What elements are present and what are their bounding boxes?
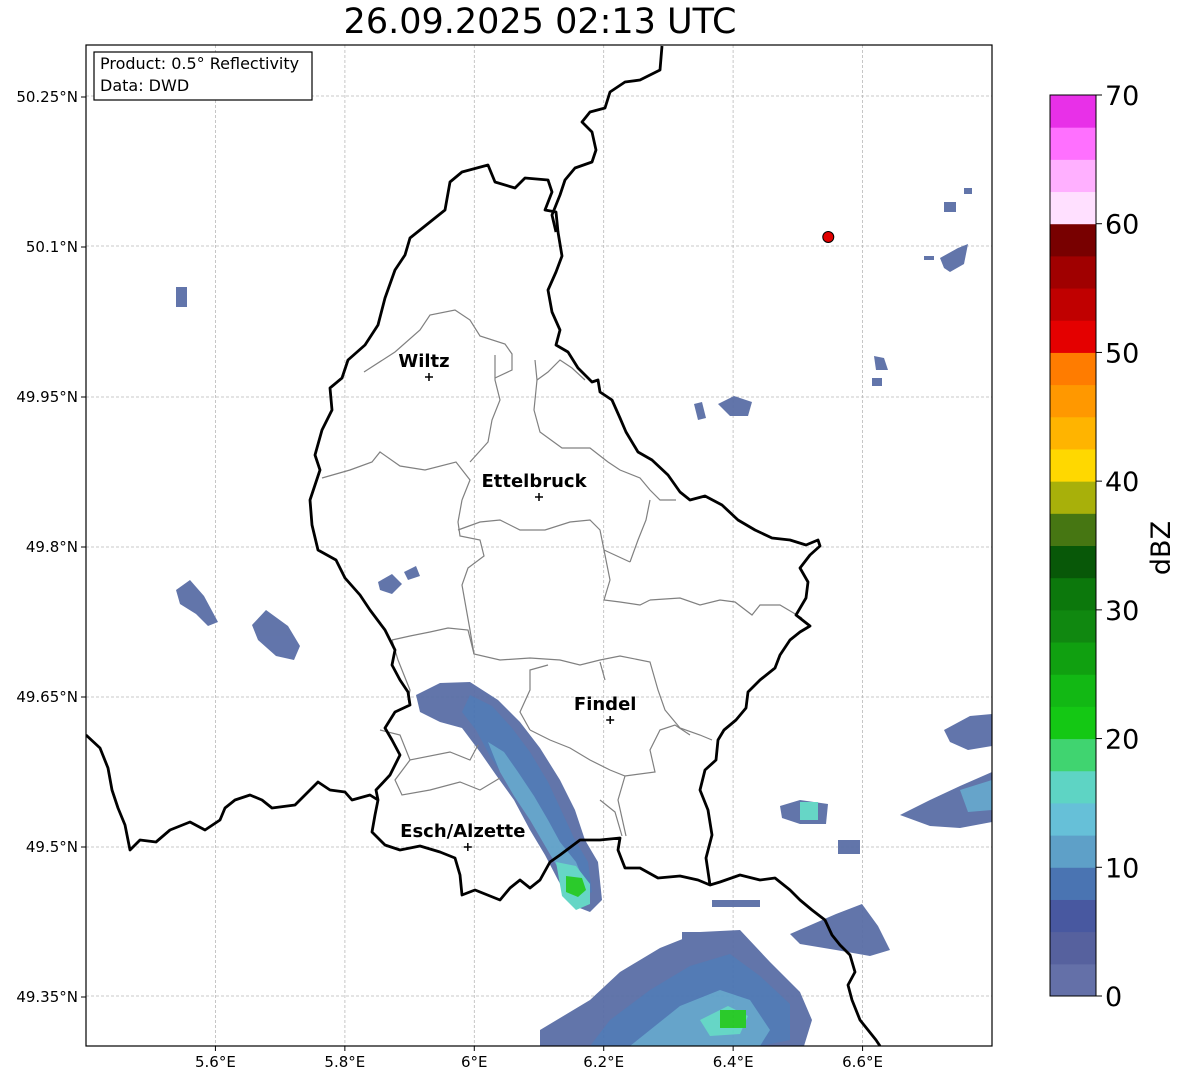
colorbar-swatch — [1050, 288, 1096, 321]
y-tick-label: 50.1°N — [26, 238, 78, 256]
echo-south-green — [720, 1010, 746, 1028]
radar-site-marker — [822, 231, 835, 243]
colorbar-tick-label: 40 — [1105, 467, 1139, 498]
colorbar-swatch — [1050, 545, 1096, 579]
colorbar-swatch — [1050, 127, 1096, 160]
colorbar-swatch — [1050, 642, 1096, 675]
plot-background — [86, 45, 992, 1046]
colorbar-swatch — [1050, 223, 1096, 257]
colorbar-swatch — [1050, 384, 1096, 418]
city-label: Wiltz — [398, 351, 449, 372]
colorbar-swatch — [1050, 835, 1096, 868]
colorbar-swatch — [1050, 931, 1096, 965]
colorbar-swatch — [1050, 448, 1096, 482]
colorbar-swatches — [1050, 95, 1096, 997]
x-tick-label: 6.6°E — [842, 1053, 883, 1071]
colorbar-tick-label: 30 — [1105, 596, 1139, 627]
x-tick-label: 5.6°E — [195, 1053, 236, 1071]
map-plot-area[interactable]: Product: 0.5° Reflectivity Data: DWD Wil… — [85, 44, 993, 1047]
colorbar-swatch — [1050, 481, 1096, 514]
colorbar-swatch — [1050, 577, 1096, 611]
colorbar-swatch — [1050, 255, 1096, 289]
y-tick-label: 49.5°N — [26, 838, 78, 856]
colorbar-tick-label: 60 — [1105, 210, 1139, 241]
colorbar-tick-label: 70 — [1105, 81, 1139, 112]
colorbar-swatch — [1050, 416, 1096, 450]
city-label: Ettelbruck — [481, 471, 587, 492]
colorbar-swatch — [1050, 802, 1096, 836]
colorbar-swatch — [1050, 867, 1096, 900]
colorbar-swatch — [1050, 320, 1096, 353]
colorbar-swatch — [1050, 513, 1096, 546]
colorbar-swatch — [1050, 706, 1096, 740]
colorbar-swatch — [1050, 770, 1096, 804]
y-tick-label: 49.8°N — [26, 538, 78, 556]
city-label: Esch/Alzette — [400, 821, 525, 842]
city-label: Findel — [574, 694, 637, 715]
colorbar: 0 10 20 30 40 50 60 70 dBZ — [1049, 81, 1177, 1013]
echo-east-core — [800, 802, 818, 820]
y-tick-label: 50.25°N — [16, 88, 78, 106]
colorbar-swatch — [1050, 609, 1096, 643]
colorbar-swatch — [1050, 963, 1096, 997]
colorbar-tick-label: 10 — [1105, 853, 1139, 884]
y-axis: 50.25°N 50.1°N 49.95°N 49.8°N 49.65°N 49.5°N 4… — [16, 88, 86, 1006]
colorbar-tick-label: 0 — [1105, 982, 1122, 1013]
colorbar-swatch — [1050, 191, 1096, 225]
colorbar-label: dBZ — [1146, 521, 1177, 575]
y-tick-label: 49.65°N — [16, 688, 78, 706]
colorbar-swatch — [1050, 674, 1096, 707]
colorbar-ticks: 0 10 20 30 40 50 60 70 — [1096, 81, 1139, 1013]
colorbar-swatch — [1050, 738, 1096, 772]
info-product: Product: 0.5° Reflectivity — [100, 54, 299, 73]
colorbar-tick-label: 20 — [1105, 725, 1139, 756]
info-box: Product: 0.5° Reflectivity Data: DWD — [93, 51, 313, 101]
colorbar-swatch — [1050, 95, 1096, 128]
x-tick-label: 6°E — [461, 1053, 488, 1071]
colorbar-swatch — [1050, 159, 1096, 193]
colorbar-swatch — [1050, 899, 1096, 933]
x-tick-label: 6.4°E — [713, 1053, 754, 1071]
colorbar-tick-label: 50 — [1105, 338, 1139, 369]
x-axis: 5.6°E 5.8°E 6°E 6.2°E 6.4°E 6.6°E — [195, 1046, 883, 1071]
x-tick-label: 6.2°E — [583, 1053, 624, 1071]
info-data-source: Data: DWD — [100, 76, 189, 95]
colorbar-swatch — [1050, 352, 1096, 386]
x-tick-label: 5.8°E — [324, 1053, 365, 1071]
y-tick-label: 49.35°N — [16, 988, 78, 1006]
y-tick-label: 49.95°N — [16, 388, 78, 406]
